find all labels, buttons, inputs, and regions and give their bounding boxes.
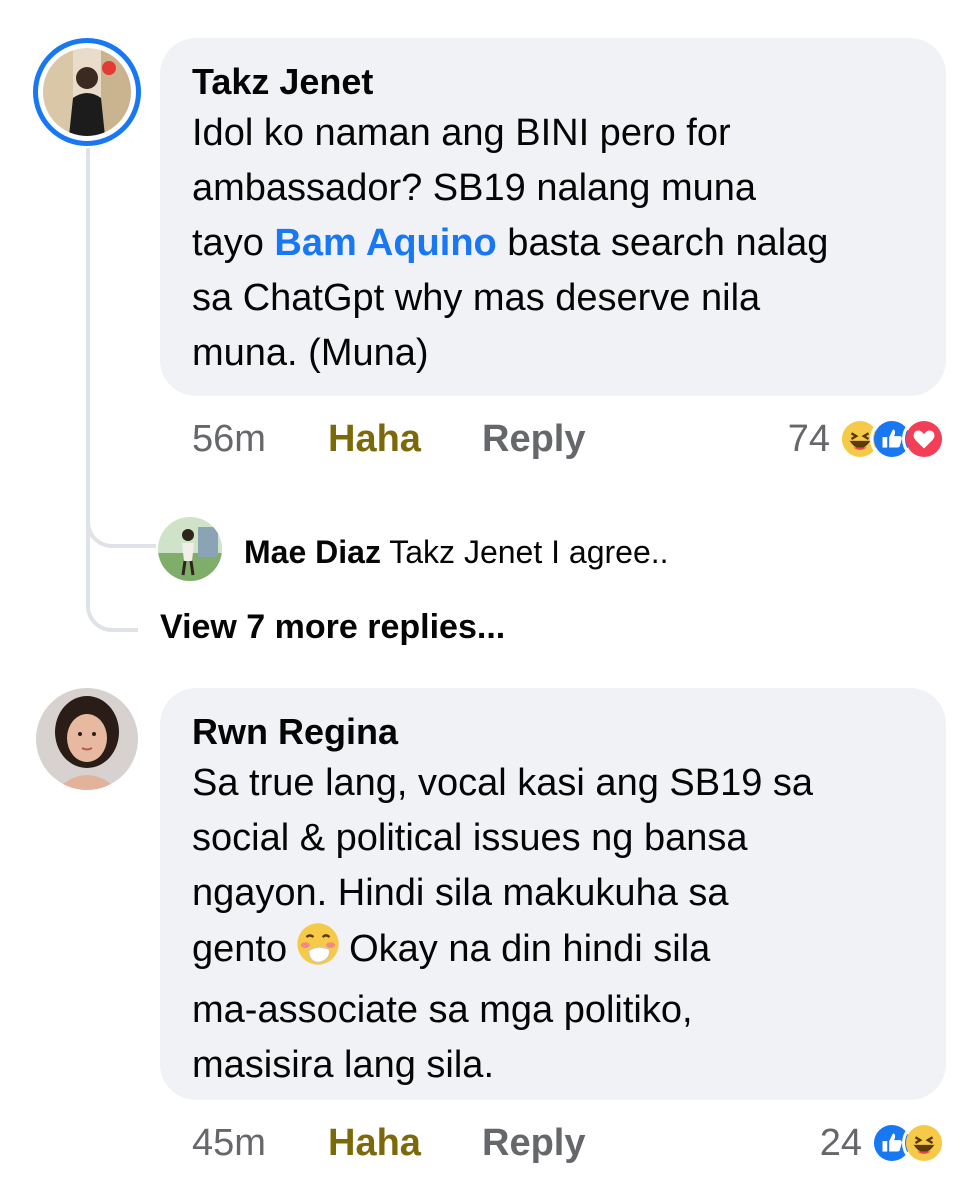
comment-author[interactable]: Rwn Regina: [192, 708, 914, 756]
comment-bubble: Takz Jenet Idol ko naman ang BINI pero f…: [160, 38, 946, 396]
avatar-takz-jenet[interactable]: [33, 38, 141, 146]
reply-connector-line: [86, 500, 156, 548]
reaction-count: 74: [787, 417, 830, 460]
comment-timestamp[interactable]: 45m: [192, 1122, 328, 1165]
avatar-rwn-regina[interactable]: [36, 688, 138, 790]
reaction-count: 24: [819, 1121, 862, 1164]
reply-author[interactable]: Mae Diaz: [244, 534, 381, 570]
reply-text: Takz Jenet I agree..: [389, 534, 669, 570]
comment-author[interactable]: Takz Jenet: [192, 58, 914, 106]
comment-text: Idol ko naman ang BINI pero for ambassad…: [192, 106, 914, 381]
comment-actions: 56m Haha Reply: [192, 414, 585, 464]
reply-preview[interactable]: Mae Diaz Takz Jenet I agree..: [244, 532, 669, 572]
comment-text: Sa true lang, vocal kasi ang SB19 sa soc…: [192, 756, 914, 1093]
comment-actions: 45m Haha Reply: [192, 1118, 585, 1168]
avatar-mae-diaz[interactable]: [158, 517, 222, 581]
reaction-summary[interactable]: 74: [788, 414, 946, 464]
avatar-photo: [43, 48, 131, 136]
reply-button[interactable]: Reply: [482, 1122, 585, 1165]
mention-link[interactable]: Bam Aquino: [274, 222, 496, 264]
haha-icon: [902, 1121, 946, 1165]
reply-button[interactable]: Reply: [482, 418, 585, 461]
react-button[interactable]: Haha: [328, 1122, 482, 1165]
love-icon: [902, 417, 946, 461]
face-with-hand-over-mouth-icon: [295, 921, 341, 983]
view-more-replies-link[interactable]: View 7 more replies...: [160, 605, 505, 649]
comment-timestamp[interactable]: 56m: [192, 418, 328, 461]
react-button[interactable]: Haha: [328, 418, 482, 461]
thread-connector-line: [86, 148, 138, 632]
reaction-summary[interactable]: 24: [820, 1118, 946, 1168]
comment-bubble: Rwn Regina Sa true lang, vocal kasi ang …: [160, 688, 946, 1100]
